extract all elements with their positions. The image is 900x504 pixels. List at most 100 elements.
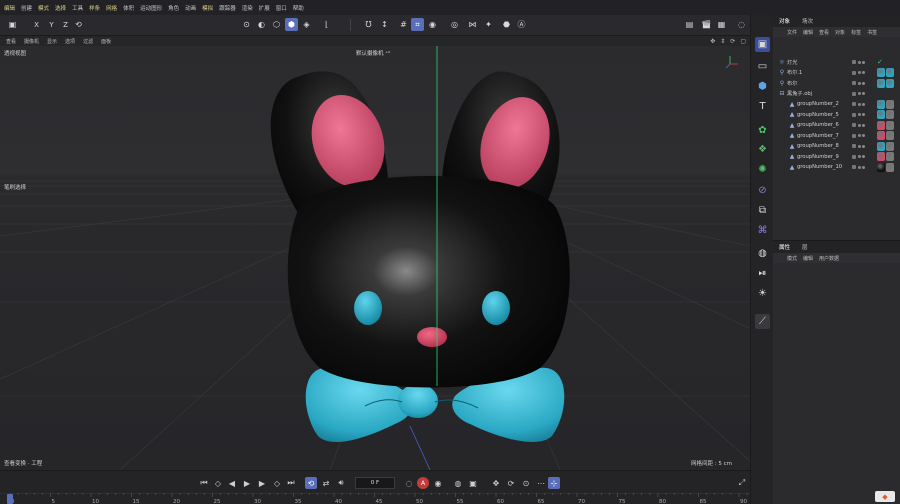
record-keys-icon[interactable]: ◌ xyxy=(403,477,415,489)
menu-item[interactable]: 网格 xyxy=(106,4,117,12)
axis-x-button[interactable]: X xyxy=(30,18,43,31)
play-icon[interactable]: ▶︎ xyxy=(241,477,253,489)
rotate-key-icon[interactable]: ⟳ xyxy=(505,477,517,489)
rotate-view-icon[interactable]: ⟳ xyxy=(730,38,735,45)
timeline-settings-icon[interactable]: ⤢ xyxy=(736,477,748,489)
visibility-flags[interactable] xyxy=(852,120,866,130)
menu-item[interactable]: 创建 xyxy=(21,4,32,12)
maximize-icon[interactable]: ▢ xyxy=(740,38,746,45)
move-key-icon[interactable]: ✥ xyxy=(490,477,502,489)
deform-icon[interactable]: ✦ xyxy=(482,18,495,31)
generator-icon[interactable]: ✿ xyxy=(755,123,770,138)
material-tags[interactable] xyxy=(877,162,895,172)
material-tag-icon[interactable] xyxy=(877,141,885,151)
key-position-icon[interactable]: ◍ xyxy=(452,477,464,489)
menu-item[interactable]: 编辑 xyxy=(4,4,15,12)
menu-item[interactable]: 渲染 xyxy=(242,4,253,12)
target-icon[interactable]: ◉ xyxy=(426,18,439,31)
object-mode-icon[interactable]: ⊙ xyxy=(240,18,253,31)
loop-icon[interactable]: ⟲ xyxy=(305,477,317,489)
menu-item[interactable]: 样条 xyxy=(89,4,100,12)
object-row[interactable]: ☼ 灯光 ✓ xyxy=(773,57,900,68)
prev-frame-icon[interactable]: ◀︎ xyxy=(226,477,238,489)
material-tags[interactable] xyxy=(877,110,895,120)
object-row[interactable]: ▲ groupNumber_2 xyxy=(773,99,900,110)
point-key-icon[interactable]: ⋯ xyxy=(535,477,547,489)
material-tag-icon[interactable] xyxy=(877,131,885,140)
check-icon[interactable]: ✓ xyxy=(877,58,883,66)
current-frame-field[interactable]: 0 F xyxy=(355,477,395,489)
menu-item[interactable]: 窗口 xyxy=(276,4,287,12)
visibility-flags[interactable] xyxy=(852,152,866,162)
symmetry-icon[interactable]: ⋈ xyxy=(466,18,479,31)
auto-key-icon[interactable]: Ⓐ xyxy=(515,18,528,31)
camera-object-icon[interactable]: ⏯︎ xyxy=(755,266,770,281)
object-manager-menu-item[interactable]: 文件 xyxy=(787,29,797,36)
soft-selection-icon[interactable]: ◎ xyxy=(448,18,461,31)
menu-item[interactable]: 角色 xyxy=(168,4,179,12)
timeline-ruler[interactable]: 051015202530354045505560657075808590 xyxy=(0,493,770,504)
perspective-viewport[interactable]: 透视视图 默认摄像机 ⁺⁰ 笔刷选择 查看变换 · 工程 网格间距 : 5 cm xyxy=(0,46,750,470)
object-row[interactable]: ▲ groupNumber_7 xyxy=(773,131,900,142)
prev-key-icon[interactable]: ◇ xyxy=(212,477,224,489)
material-tag-icon[interactable] xyxy=(886,78,894,88)
menu-item[interactable]: 动画 xyxy=(185,4,196,12)
key-param-icon[interactable]: ▣ xyxy=(467,477,479,489)
next-key-icon[interactable]: ◇ xyxy=(271,477,283,489)
playhead[interactable] xyxy=(7,494,13,504)
brush-icon[interactable]: ⟋ xyxy=(755,314,770,329)
material-tag-icon[interactable] xyxy=(886,162,894,172)
sound-icon[interactable]: 🔊︎ xyxy=(335,477,347,489)
field-icon[interactable]: ⊘ xyxy=(755,183,770,198)
material-tag-icon[interactable] xyxy=(877,162,885,172)
tab-objects[interactable]: 对象 xyxy=(773,17,796,25)
object-manager-menu-item[interactable]: 对象 xyxy=(835,29,845,36)
attributes-menu-item[interactable]: 编辑 xyxy=(803,255,813,262)
render-view-icon[interactable]: ▤ xyxy=(683,18,696,31)
material-tag-icon[interactable] xyxy=(886,68,894,77)
attributes-menu-item[interactable]: 用户数据 xyxy=(819,255,839,262)
grid-snap-icon[interactable]: # xyxy=(397,18,410,31)
material-tag-icon[interactable] xyxy=(886,120,894,130)
menu-item[interactable]: 扩展 xyxy=(259,4,270,12)
menu-item[interactable]: 选择 xyxy=(55,4,66,12)
material-tag-icon[interactable] xyxy=(877,120,885,130)
keyframe-selection-icon[interactable]: ◉ xyxy=(432,477,444,489)
tab-attributes[interactable]: 属性 xyxy=(773,243,796,251)
material-tags[interactable] xyxy=(877,78,895,88)
render-picture-icon[interactable]: 🎬︎ xyxy=(700,18,713,31)
material-tag-icon[interactable] xyxy=(877,110,885,119)
menu-item[interactable]: 运动图形 xyxy=(140,4,162,12)
material-tag-icon[interactable] xyxy=(877,78,885,88)
workplane-icon[interactable]: ⌊ xyxy=(320,18,333,31)
zoom-icon[interactable]: ⇕ xyxy=(720,38,725,45)
coordinate-system-icon[interactable]: ⟲ xyxy=(72,18,85,31)
object-manager-menu-item[interactable]: 标签 xyxy=(851,29,861,36)
visibility-flags[interactable] xyxy=(852,110,866,120)
viewport-menu-item[interactable]: 面板 xyxy=(101,38,111,45)
material-tag-icon[interactable] xyxy=(886,110,894,119)
mograph-icon[interactable]: ❖ xyxy=(755,142,770,157)
object-row[interactable]: ▲ groupNumber_10 xyxy=(773,162,900,173)
pla-key-icon[interactable]: ⊹ xyxy=(548,477,560,489)
material-tags[interactable] xyxy=(877,68,895,78)
effector-icon[interactable]: ⌘ xyxy=(755,223,770,238)
viewport-solo-icon[interactable]: ⬣ xyxy=(500,18,513,31)
material-tag-icon[interactable] xyxy=(886,99,894,109)
snap-icon[interactable]: ⌗ xyxy=(411,18,424,31)
axis-z-button[interactable]: Z xyxy=(59,18,72,31)
object-row[interactable]: ▲ groupNumber_6 xyxy=(773,120,900,131)
render-settings-icon[interactable]: ▦ xyxy=(715,18,728,31)
visibility-flags[interactable] xyxy=(852,78,866,88)
text-icon[interactable]: T xyxy=(755,99,770,114)
edge-mode-icon[interactable]: ⬡ xyxy=(270,18,283,31)
light-object-icon[interactable]: ☀︎ xyxy=(755,286,770,301)
material-tags[interactable] xyxy=(877,120,895,130)
material-tag-icon[interactable] xyxy=(877,99,885,109)
material-tag-icon[interactable] xyxy=(886,141,894,151)
tab-layers[interactable]: 层 xyxy=(796,243,814,251)
visibility-flags[interactable] xyxy=(852,131,866,141)
menu-item[interactable]: 模式 xyxy=(38,4,49,12)
visibility-flags[interactable] xyxy=(852,99,866,109)
material-tags[interactable] xyxy=(877,99,895,109)
